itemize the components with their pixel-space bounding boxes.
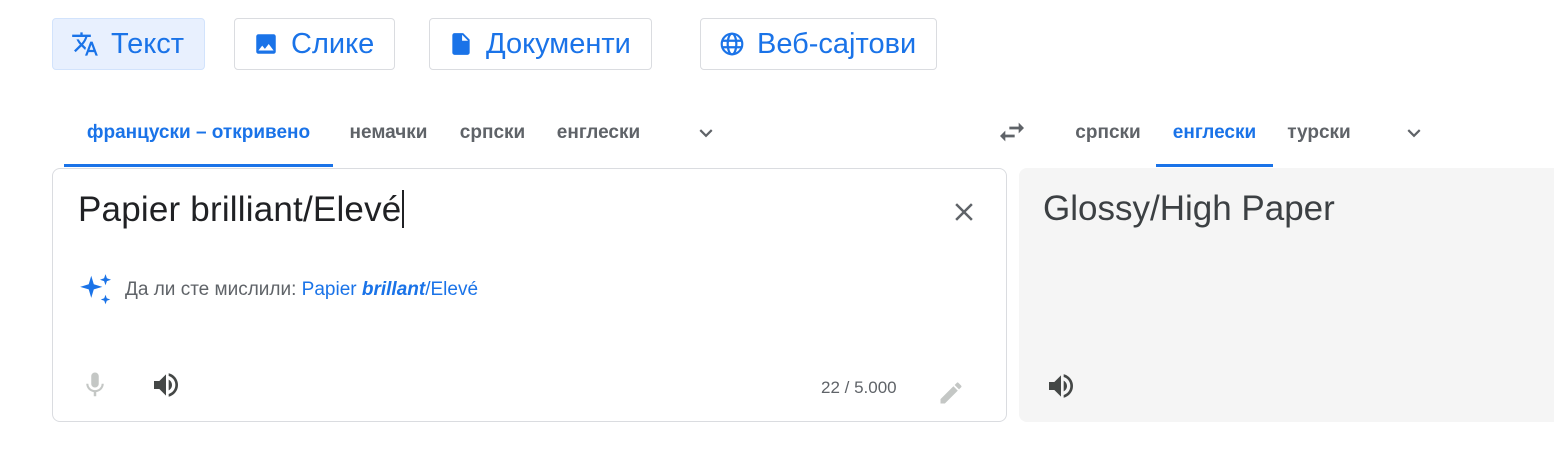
source-lang-tab-german[interactable]: немачки (333, 111, 444, 167)
target-lang-tab-english[interactable]: енглески (1156, 111, 1273, 167)
mode-button-text[interactable]: Текст (52, 18, 206, 70)
translation-output-panel: Glossy/High Paper (1019, 168, 1554, 422)
target-lang-label: турски (1287, 122, 1351, 143)
mode-button-documents[interactable]: Документи (429, 18, 652, 70)
microphone-icon[interactable] (80, 369, 110, 401)
swap-languages-icon[interactable] (996, 116, 1028, 148)
target-lang-tab-turkish[interactable]: турски (1273, 111, 1365, 167)
did-you-mean-suggestion: Да ли сте мислили: Papier brillant/Elevé (125, 279, 478, 301)
source-lang-label: француски – откривено (86, 122, 311, 143)
edit-pencil-icon[interactable] (937, 379, 965, 407)
sparkle-icon (80, 274, 112, 305)
source-lang-label: српски (459, 122, 526, 143)
mode-label-images: Слике (291, 27, 375, 60)
mode-label-websites: Веб-сајтови (757, 27, 917, 60)
suggestion-part2: /Elevé (425, 279, 479, 300)
globe-icon (720, 32, 744, 56)
translate-icon (72, 32, 98, 56)
listen-source-speaker-icon[interactable] (150, 369, 182, 401)
suggestion-link[interactable]: Papier brillant/Elevé (302, 279, 478, 300)
source-lang-label: немачки (349, 122, 428, 143)
document-icon (452, 33, 470, 55)
target-lang-label: енглески (1172, 122, 1257, 143)
source-text-panel: Papier brilliant/Elevé Да ли сте мислили… (52, 168, 1007, 422)
listen-translation-speaker-icon[interactable] (1045, 370, 1077, 402)
source-text-value: Papier brilliant/Elevé (78, 190, 402, 229)
image-icon (256, 34, 276, 54)
clear-source-close-icon[interactable] (949, 197, 979, 227)
source-more-languages-chevron-down-icon[interactable] (693, 120, 719, 146)
mode-label-documents: Документи (486, 27, 631, 60)
mode-button-images[interactable]: Слике (234, 18, 396, 70)
source-lang-tab-english[interactable]: енглески (541, 111, 656, 167)
suggestion-prefix: Да ли сте мислили: (125, 279, 297, 300)
text-caret (402, 190, 405, 228)
source-lang-tab-french-detected[interactable]: француски – откривено (64, 111, 333, 167)
target-more-languages-chevron-down-icon[interactable] (1401, 120, 1427, 146)
source-lang-tab-serbian[interactable]: српски (444, 111, 541, 167)
suggestion-corrected-word: brillant (361, 279, 426, 300)
source-lang-label: енглески (556, 122, 641, 143)
mode-label-text: Текст (111, 27, 185, 60)
mode-button-websites[interactable]: Веб-сајтови (700, 18, 938, 70)
character-count: 22 / 5.000 (821, 378, 897, 397)
target-lang-label: српски (1075, 122, 1141, 143)
source-text-input[interactable]: Papier brilliant/Elevé (78, 190, 405, 230)
suggestion-part1: Papier (301, 279, 357, 300)
translation-text: Glossy/High Paper (1043, 189, 1335, 228)
target-lang-tab-serbian[interactable]: српски (1060, 111, 1156, 167)
